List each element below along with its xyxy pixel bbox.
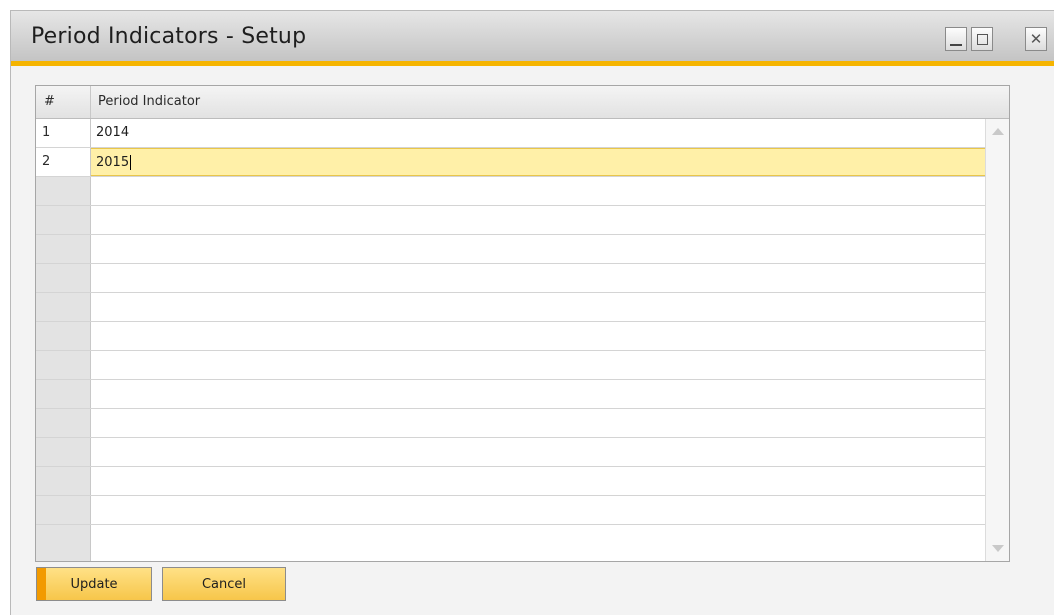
empty-row[interactable] bbox=[36, 235, 1009, 264]
row-number[interactable] bbox=[36, 438, 91, 466]
period-indicator-cell[interactable] bbox=[91, 438, 1009, 466]
update-button[interactable]: Update bbox=[36, 567, 152, 601]
empty-row[interactable] bbox=[36, 177, 1009, 206]
minimize-button[interactable] bbox=[945, 27, 967, 51]
vertical-scrollbar[interactable] bbox=[985, 119, 1009, 561]
column-header-period-indicator[interactable]: Period Indicator bbox=[91, 86, 1009, 118]
empty-row[interactable] bbox=[36, 409, 1009, 438]
row-number[interactable] bbox=[36, 293, 91, 321]
period-indicator-cell[interactable] bbox=[91, 525, 1009, 553]
row-number[interactable]: 1 bbox=[36, 119, 91, 147]
empty-row[interactable] bbox=[36, 322, 1009, 351]
period-indicator-cell[interactable] bbox=[91, 293, 1009, 321]
maximize-button[interactable] bbox=[971, 27, 993, 51]
cancel-button-label: Cancel bbox=[201, 576, 247, 592]
period-indicator-value: 2015 bbox=[96, 155, 130, 170]
period-indicator-cell[interactable] bbox=[91, 235, 1009, 263]
empty-row[interactable] bbox=[36, 206, 1009, 235]
row-number[interactable] bbox=[36, 409, 91, 437]
period-indicator-cell[interactable] bbox=[91, 206, 1009, 234]
scroll-up-icon[interactable] bbox=[992, 128, 1004, 135]
table-row[interactable]: 2 2015 bbox=[36, 148, 1009, 177]
row-number[interactable] bbox=[36, 264, 91, 292]
row-number[interactable] bbox=[36, 235, 91, 263]
setup-window: Period Indicators - Setup ✕ # Period Ind… bbox=[10, 10, 1054, 615]
period-indicator-cell[interactable]: 2014 bbox=[91, 119, 1009, 147]
period-indicator-cell[interactable] bbox=[91, 467, 1009, 495]
period-indicator-cell[interactable] bbox=[91, 264, 1009, 292]
grid-header: # Period Indicator bbox=[36, 86, 1009, 119]
empty-row[interactable] bbox=[36, 293, 1009, 322]
window-title: Period Indicators - Setup bbox=[31, 24, 307, 49]
row-number[interactable] bbox=[36, 496, 91, 524]
row-number[interactable] bbox=[36, 380, 91, 408]
period-indicator-cell-active[interactable]: 2015 bbox=[91, 148, 1009, 176]
title-bar[interactable]: Period Indicators - Setup ✕ bbox=[11, 11, 1054, 61]
period-indicator-cell[interactable] bbox=[91, 322, 1009, 350]
row-number[interactable] bbox=[36, 351, 91, 379]
close-button[interactable]: ✕ bbox=[1025, 27, 1047, 51]
empty-row[interactable] bbox=[36, 264, 1009, 293]
update-button-label: Update bbox=[70, 576, 118, 592]
empty-row[interactable] bbox=[36, 525, 1009, 561]
period-indicator-cell[interactable] bbox=[91, 177, 1009, 205]
empty-row[interactable] bbox=[36, 438, 1009, 467]
row-number[interactable] bbox=[36, 177, 91, 205]
text-caret bbox=[130, 155, 132, 170]
close-icon: ✕ bbox=[1029, 29, 1043, 48]
period-indicator-cell[interactable] bbox=[91, 380, 1009, 408]
table-row[interactable]: 1 2014 bbox=[36, 119, 1009, 148]
period-indicator-cell[interactable] bbox=[91, 351, 1009, 379]
empty-row[interactable] bbox=[36, 496, 1009, 525]
empty-row[interactable] bbox=[36, 467, 1009, 496]
row-number[interactable]: 2 bbox=[36, 148, 91, 176]
title-accent-bar bbox=[11, 61, 1054, 66]
row-number[interactable] bbox=[36, 467, 91, 495]
row-number[interactable] bbox=[36, 525, 91, 561]
row-number[interactable] bbox=[36, 322, 91, 350]
empty-row[interactable] bbox=[36, 351, 1009, 380]
period-indicator-cell[interactable] bbox=[91, 409, 1009, 437]
row-number[interactable] bbox=[36, 206, 91, 234]
scroll-down-icon[interactable] bbox=[992, 545, 1004, 552]
minimize-icon bbox=[950, 44, 962, 46]
maximize-icon bbox=[976, 33, 988, 45]
column-header-number[interactable]: # bbox=[36, 86, 91, 118]
cancel-button[interactable]: Cancel bbox=[162, 567, 286, 601]
period-indicator-grid: # Period Indicator 1 2014 2 2015 bbox=[35, 85, 1010, 562]
period-indicator-cell[interactable] bbox=[91, 496, 1009, 524]
empty-row[interactable] bbox=[36, 380, 1009, 409]
